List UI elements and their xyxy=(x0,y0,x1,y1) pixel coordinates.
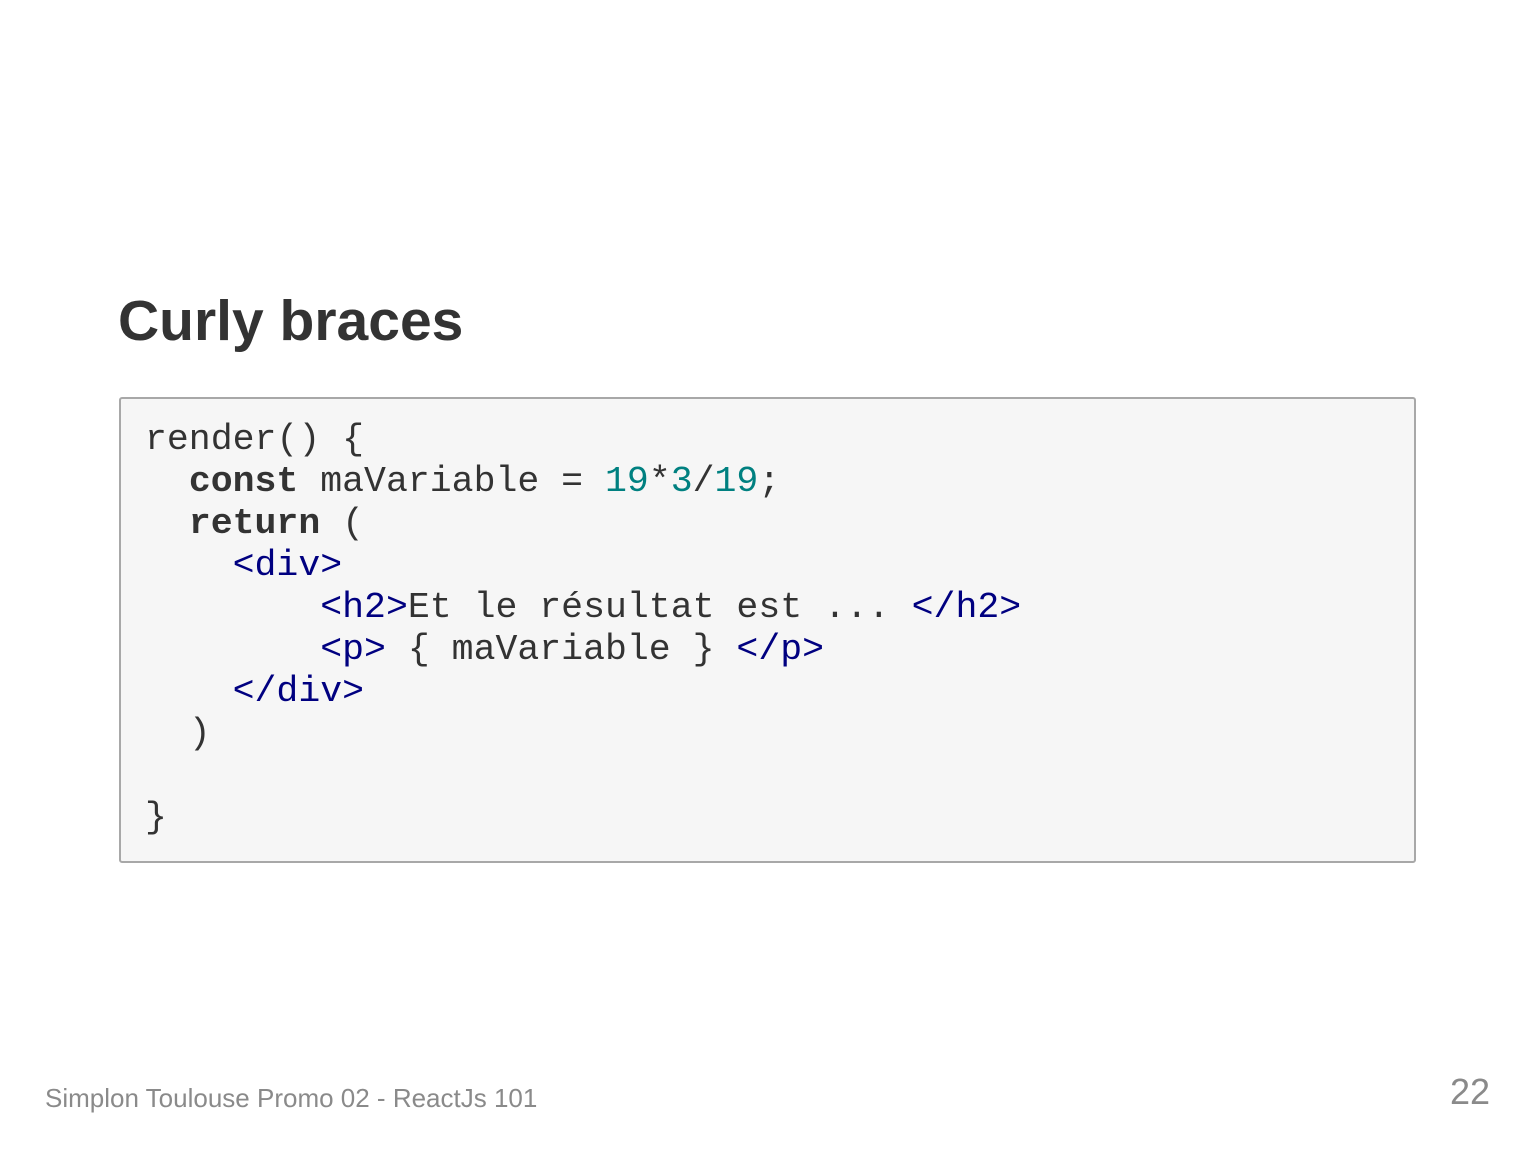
code-text: * xyxy=(648,461,671,502)
footer-text: Simplon Toulouse Promo 02 - ReactJs 101 xyxy=(45,1083,538,1113)
code-number: 19 xyxy=(714,461,759,502)
code-text: ( xyxy=(320,503,365,544)
code-text: ) xyxy=(145,713,211,754)
code-line: </div> xyxy=(145,671,1414,713)
code-text: ; xyxy=(758,461,781,502)
code-tag: </h2> xyxy=(911,587,1022,628)
code-line: <h2>Et le résultat est ... </h2> xyxy=(145,587,1414,629)
code-number: 3 xyxy=(670,461,693,502)
code-text: } xyxy=(145,797,167,838)
code-listing: render() { const maVariable = 19*3/19; r… xyxy=(145,419,1414,839)
code-line: render() { xyxy=(145,419,1414,461)
page-number: 22 xyxy=(1449,1071,1490,1112)
code-line: } xyxy=(145,797,1414,839)
code-text: maVariable = xyxy=(298,461,605,502)
code-keyword: return xyxy=(188,503,321,544)
code-line: <p> { maVariable } </p> xyxy=(145,629,1414,671)
code-block: render() { const maVariable = 19*3/19; r… xyxy=(119,397,1416,863)
code-line: const maVariable = 19*3/19; xyxy=(145,461,1414,503)
slide: Curly braces render() { const maVariable… xyxy=(0,0,1536,1152)
code-tag: <p> xyxy=(320,629,386,670)
code-tag: <h2> xyxy=(320,587,408,628)
code-text: / xyxy=(692,461,715,502)
code-tag: <div> xyxy=(232,545,343,586)
code-text: { maVariable } xyxy=(385,629,737,670)
code-line: return ( xyxy=(145,503,1414,545)
code-tag: </p> xyxy=(736,629,825,670)
code-text: Et le résultat est ... xyxy=(407,587,912,628)
code-keyword: const xyxy=(188,461,299,502)
code-number: 19 xyxy=(605,461,649,502)
code-tag: </div> xyxy=(232,671,365,712)
code-line: <div> xyxy=(145,545,1414,587)
code-text: render() { xyxy=(145,419,365,460)
code-line: ) xyxy=(145,713,1414,755)
slide-title: Curly braces xyxy=(118,289,464,353)
